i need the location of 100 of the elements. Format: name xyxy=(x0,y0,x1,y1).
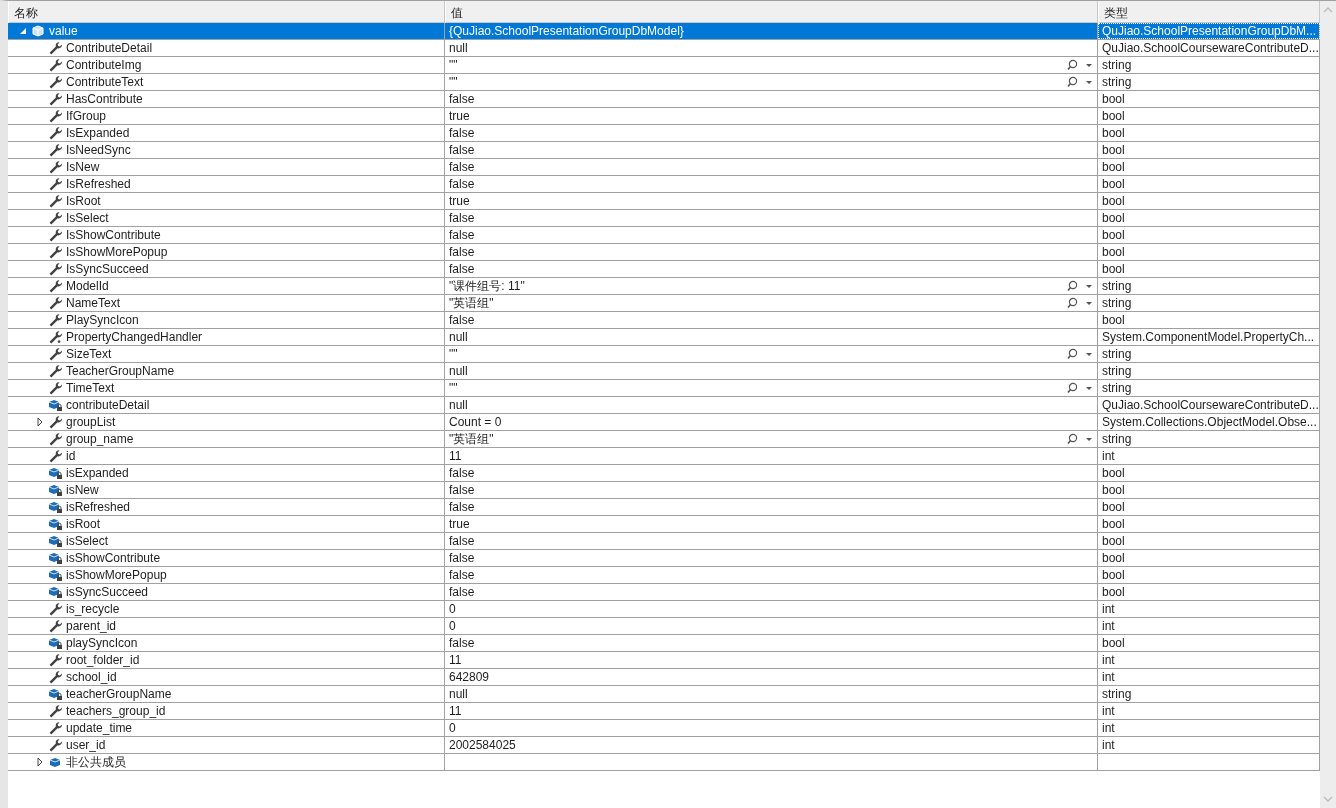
search-icon[interactable] xyxy=(1067,297,1093,309)
member-name: IfGroup xyxy=(66,108,107,124)
watch-row[interactable]: isSelect false bool xyxy=(8,533,1320,550)
member-type: int xyxy=(1102,652,1115,668)
member-type: bool xyxy=(1102,550,1125,566)
watch-row[interactable]: IsShowContribute false bool xyxy=(8,227,1320,244)
member-value: false xyxy=(449,567,475,583)
member-name: value xyxy=(49,23,78,39)
member-name: IsRefreshed xyxy=(66,176,131,192)
wrench-icon xyxy=(48,194,62,208)
watch-row[interactable]: user_id 2002584025 int xyxy=(8,737,1320,754)
member-value: true xyxy=(449,108,470,124)
cube-lock-icon xyxy=(48,568,62,582)
wrench-icon xyxy=(48,432,62,446)
watch-row[interactable]: update_time 0 int xyxy=(8,720,1320,737)
member-name: IsSyncSucceed xyxy=(66,261,149,277)
watch-row[interactable]: IsSelect false bool xyxy=(8,210,1320,227)
watch-row[interactable]: isExpanded false bool xyxy=(8,465,1320,482)
watch-row[interactable]: TimeText "" string xyxy=(8,380,1320,397)
watch-row[interactable]: SizeText "" string xyxy=(8,346,1320,363)
member-type: bool xyxy=(1102,312,1125,328)
watch-row[interactable]: PlaySyncIcon false bool xyxy=(8,312,1320,329)
watch-row[interactable]: isShowMorePopup false bool xyxy=(8,567,1320,584)
cube-icon xyxy=(48,755,62,769)
member-value: 642809 xyxy=(449,669,490,685)
member-type: string xyxy=(1102,380,1132,396)
watch-row[interactable]: isSyncSucceed false bool xyxy=(8,584,1320,601)
member-value: false xyxy=(449,312,475,328)
expand-icon[interactable] xyxy=(35,417,45,427)
member-type: string xyxy=(1102,278,1132,294)
search-icon[interactable] xyxy=(1067,280,1093,292)
search-icon[interactable] xyxy=(1067,76,1093,88)
member-value: false xyxy=(449,125,475,141)
watch-row[interactable]: ModelId "课件组号: 11" string xyxy=(8,278,1320,295)
watch-row[interactable]: ContributeText "" string xyxy=(8,74,1320,91)
watch-row[interactable]: IsSyncSucceed false bool xyxy=(8,261,1320,278)
watch-row[interactable]: school_id 642809 int xyxy=(8,669,1320,686)
member-type: int xyxy=(1102,669,1115,685)
watch-row[interactable]: teachers_group_id 11 int xyxy=(8,703,1320,720)
member-name: groupList xyxy=(66,414,116,430)
wrench-icon xyxy=(48,143,62,157)
wrench-icon xyxy=(48,177,62,191)
watch-row[interactable]: isRefreshed false bool xyxy=(8,499,1320,516)
member-value: "" xyxy=(449,74,458,90)
watch-row[interactable]: IsNeedSync false bool xyxy=(8,142,1320,159)
member-type: int xyxy=(1102,448,1115,464)
member-name: is_recycle xyxy=(66,601,120,617)
member-value: "英语组" xyxy=(449,295,494,311)
watch-row[interactable]: TeacherGroupName null string xyxy=(8,363,1320,380)
member-value: true xyxy=(449,516,470,532)
watch-row[interactable]: IfGroup true bool xyxy=(8,108,1320,125)
watch-row[interactable]: isRoot true bool xyxy=(8,516,1320,533)
watch-row[interactable]: groupList Count = 0 System.Collections.ObjectModel.Obse... xyxy=(8,414,1320,431)
watch-row[interactable]: is_recycle 0 int xyxy=(8,601,1320,618)
cube-lock-icon xyxy=(48,466,62,480)
member-type: string xyxy=(1102,686,1132,702)
search-icon[interactable] xyxy=(1067,59,1093,71)
watch-row[interactable]: parent_id 0 int xyxy=(8,618,1320,635)
member-name: user_id xyxy=(66,737,106,753)
watch-row[interactable]: IsRefreshed false bool xyxy=(8,176,1320,193)
watch-row[interactable]: PropertyChangedHandler null System.ComponentModel.PropertyCh... xyxy=(8,329,1320,346)
watch-row[interactable]: ContributeDetail null QuJiao.SchoolCoursewareContributeD... xyxy=(8,40,1320,57)
member-value: 0 xyxy=(449,618,456,634)
member-type: bool xyxy=(1102,210,1125,226)
watch-row[interactable]: NameText "英语组" string xyxy=(8,295,1320,312)
member-value: false xyxy=(449,210,475,226)
watch-row[interactable]: IsRoot true bool xyxy=(8,193,1320,210)
watch-row[interactable]: teacherGroupName null string xyxy=(8,686,1320,703)
member-type: bool xyxy=(1102,465,1125,481)
watch-row[interactable]: HasContribute false bool xyxy=(8,91,1320,108)
watch-row[interactable]: IsExpanded false bool xyxy=(8,125,1320,142)
watch-row[interactable]: playSyncIcon false bool xyxy=(8,635,1320,652)
member-type: string xyxy=(1102,74,1132,90)
watch-row[interactable]: root_folder_id 11 int xyxy=(8,652,1320,669)
member-value: false xyxy=(449,550,475,566)
watch-row[interactable]: value {QuJiao.SchoolPresentationGroupDbModel} QuJiao.SchoolPresentationGroupDbM... xyxy=(8,23,1320,40)
expand-icon[interactable] xyxy=(35,757,45,767)
watch-row[interactable]: IsShowMorePopup false bool xyxy=(8,244,1320,261)
watch-row[interactable]: id 11 int xyxy=(8,448,1320,465)
member-name: isShowMorePopup xyxy=(66,567,167,583)
member-name: ContributeImg xyxy=(66,57,142,73)
search-icon[interactable] xyxy=(1067,382,1093,394)
member-name: parent_id xyxy=(66,618,117,634)
search-icon[interactable] xyxy=(1067,348,1093,360)
member-name: ContributeDetail xyxy=(66,40,153,56)
wrench-icon xyxy=(48,75,62,89)
member-value: false xyxy=(449,482,475,498)
watch-row[interactable]: IsNew false bool xyxy=(8,159,1320,176)
member-type: bool xyxy=(1102,159,1125,175)
member-value: false xyxy=(449,142,475,158)
watch-row[interactable]: isNew false bool xyxy=(8,482,1320,499)
watch-row[interactable]: isShowContribute false bool xyxy=(8,550,1320,567)
watch-row[interactable]: contributeDetail null QuJiao.SchoolCoursewareContributeD... xyxy=(8,397,1320,414)
member-value: {QuJiao.SchoolPresentationGroupDbModel} xyxy=(449,23,684,39)
watch-row[interactable]: ContributeImg "" string xyxy=(8,57,1320,74)
watch-row[interactable]: group_name "英语组" string xyxy=(8,431,1320,448)
wrench-icon xyxy=(48,670,62,684)
search-icon[interactable] xyxy=(1067,433,1093,445)
watch-row[interactable]: 非公共成员 xyxy=(8,754,1320,771)
collapse-icon[interactable] xyxy=(18,26,28,36)
